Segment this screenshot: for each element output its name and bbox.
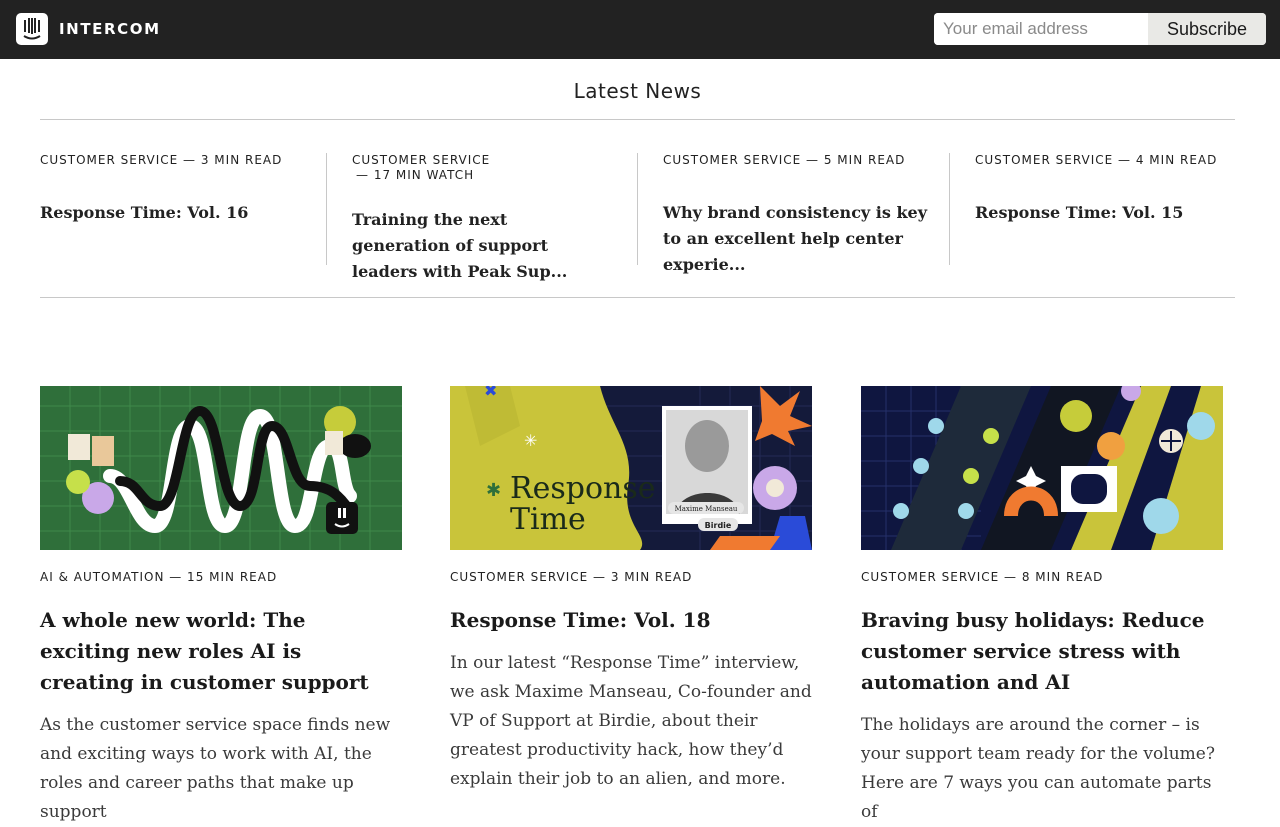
article-meta: CUSTOMER SERVICE — 8 MIN READ — [861, 570, 1104, 584]
svg-text:✱: ✱ — [486, 480, 501, 501]
image-headline: Time — [510, 502, 586, 537]
latest-news-heading: Latest News — [573, 79, 702, 103]
latest-news-list: CUSTOMER SERVICE — 3 MIN READ Response T… — [40, 153, 1235, 281]
article-title[interactable]: Response Time: Vol. 18 — [450, 605, 812, 636]
news-title[interactable]: Response Time: Vol. 16 — [40, 200, 326, 226]
article-title[interactable]: A whole new world: The exciting new role… — [40, 605, 402, 698]
article-card[interactable]: CUSTOMER SERVICE — 8 MIN READ Braving bu… — [861, 386, 1223, 827]
svg-text:✖: ✖ — [484, 386, 497, 400]
divider — [40, 119, 1235, 120]
svg-text:✳: ✳ — [524, 431, 537, 450]
divider — [40, 297, 1235, 298]
article-image-ai-roles[interactable] — [40, 386, 402, 550]
subscribe-button[interactable]: Subscribe — [1148, 13, 1266, 45]
image-person-name: Maxime Manseau — [675, 505, 738, 513]
news-title[interactable]: Why brand consistency is key to an excel… — [663, 200, 929, 278]
news-meta: CUSTOMER SERVICE — 4 MIN READ — [975, 153, 1218, 167]
brand-name[interactable]: INTERCOM — [59, 20, 161, 38]
article-summary: As the customer service space finds new … — [40, 715, 391, 822]
article-meta: AI & AUTOMATION — 15 MIN READ — [40, 570, 278, 584]
email-field[interactable] — [934, 13, 1148, 45]
top-bar: INTERCOM Subscribe — [0, 0, 1280, 59]
image-company: Birdie — [705, 521, 732, 530]
news-item[interactable]: CUSTOMER SERVICE — 4 MIN READ Response T… — [949, 153, 1235, 265]
subscribe-form: Subscribe — [934, 13, 1266, 45]
news-item[interactable]: CUSTOMER SERVICE — 5 MIN READ Why brand … — [637, 153, 949, 274]
news-item[interactable]: CUSTOMER SERVICE — 17 MIN WATCH Training… — [326, 153, 637, 281]
article-summary: In our latest “Response Time” interview,… — [450, 653, 812, 789]
article-title[interactable]: Braving busy holidays: Reduce customer s… — [861, 605, 1223, 698]
article-summary: The holidays are around the corner – is … — [861, 715, 1215, 822]
article-card[interactable]: ✖ ✳ ✱ Response Time Maxime Manseau Birdi… — [450, 386, 812, 794]
image-headline: Response — [510, 471, 655, 506]
article-card[interactable]: AI & AUTOMATION — 15 MIN READ A whole ne… — [40, 386, 402, 827]
intercom-logo-icon[interactable] — [16, 13, 48, 45]
news-meta: CUSTOMER SERVICE — [352, 153, 491, 167]
news-title[interactable]: Training the next generation of support … — [352, 207, 607, 285]
article-image-response-time[interactable]: ✖ ✳ ✱ Response Time Maxime Manseau Birdi… — [450, 386, 812, 550]
news-title[interactable]: Response Time: Vol. 15 — [975, 200, 1235, 226]
news-meta: CUSTOMER SERVICE — 3 MIN READ — [40, 153, 283, 167]
news-meta-secondary: — 17 MIN WATCH — [356, 168, 475, 182]
article-image-holidays[interactable] — [861, 386, 1223, 550]
news-meta: CUSTOMER SERVICE — 5 MIN READ — [663, 153, 906, 167]
news-item[interactable]: CUSTOMER SERVICE — 3 MIN READ Response T… — [40, 153, 326, 265]
article-meta: CUSTOMER SERVICE — 3 MIN READ — [450, 570, 693, 584]
